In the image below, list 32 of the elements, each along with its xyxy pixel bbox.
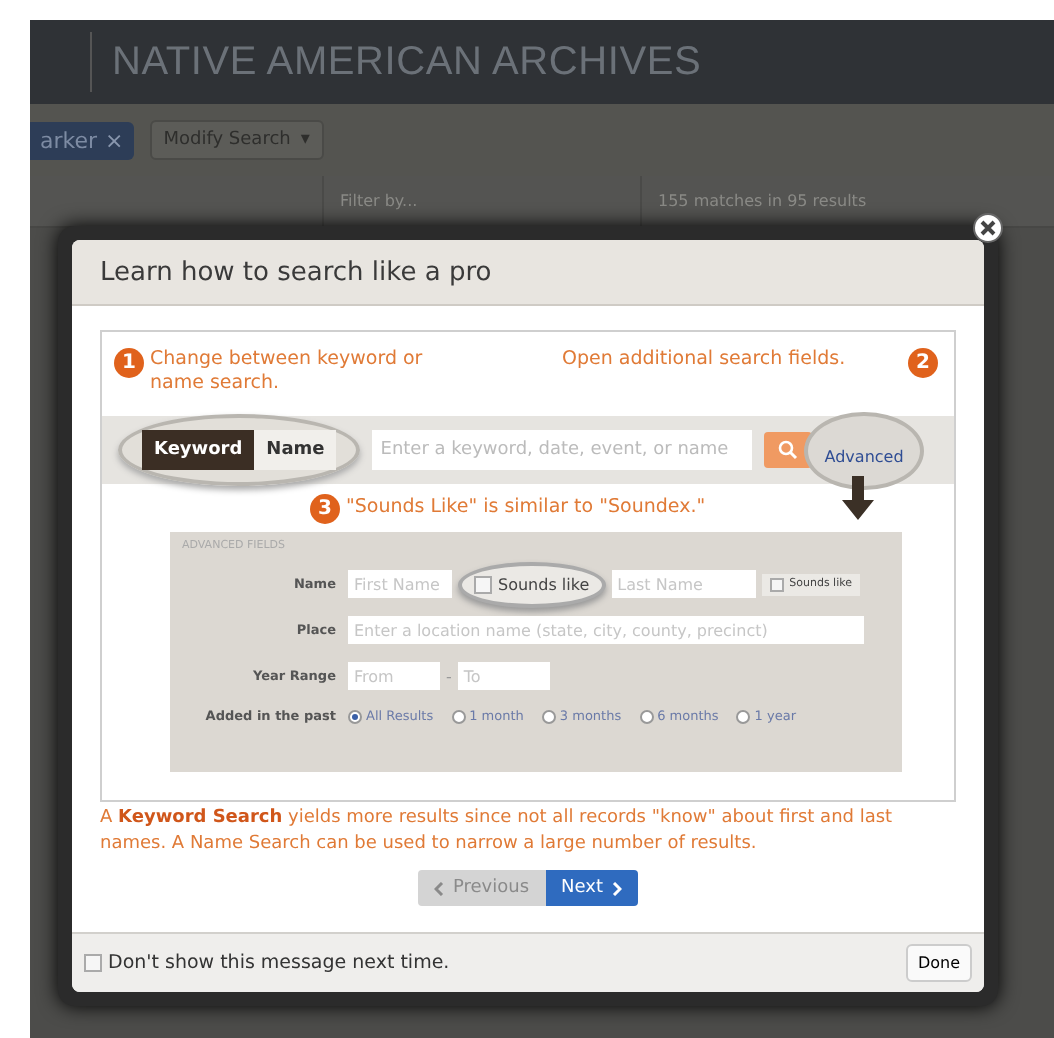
chevron-right-icon xyxy=(611,881,621,895)
callout-text: "Sounds Like" is similar to "Soundex." xyxy=(346,496,708,520)
radio-button[interactable] xyxy=(541,709,556,723)
radio-button[interactable] xyxy=(348,709,362,723)
done-button[interactable]: Done xyxy=(905,944,972,982)
dialog-title: Learn how to search like a pro xyxy=(100,257,492,287)
search-mode-tab[interactable]: Keyword xyxy=(142,430,255,470)
range-dash: - xyxy=(446,667,452,685)
callout-text: Open additional search fields. xyxy=(562,348,848,372)
next-button[interactable]: Next xyxy=(545,870,637,906)
tag-remove[interactable]: × xyxy=(105,127,124,153)
search-tag[interactable]: arker × xyxy=(30,121,134,159)
checkbox-label: Don't show this message next time. xyxy=(108,952,450,974)
site-title: NATIVE AMERICAN ARCHIVES xyxy=(112,39,702,85)
checkbox[interactable] xyxy=(84,954,102,972)
step-number: 3 xyxy=(310,493,340,523)
radio-button[interactable] xyxy=(736,709,751,723)
tip-text: A Keyword Search yields more results since not all records "know" about first and last names. A Name Search can be used to narrow a large number of results. xyxy=(100,806,895,858)
down-arrow-icon xyxy=(842,476,874,520)
search-field[interactable]: Enter a keyword, date, event, or name xyxy=(372,430,753,470)
search-button[interactable] xyxy=(764,432,813,468)
sounds-like-checkbox[interactable]: Sounds like xyxy=(458,561,606,607)
chevron-left-icon xyxy=(434,881,445,895)
step-number: 2 xyxy=(908,348,938,378)
advanced-link[interactable]: Advanced xyxy=(824,447,904,465)
callout-text: Change between keyword or name search. xyxy=(150,348,425,396)
radio-button[interactable] xyxy=(639,709,654,723)
search-icon xyxy=(778,440,799,460)
step-number: 1 xyxy=(114,348,144,378)
radio-button[interactable] xyxy=(451,709,466,723)
search-mode-tab[interactable]: Name xyxy=(254,430,337,470)
close-icon[interactable] xyxy=(972,212,1004,244)
